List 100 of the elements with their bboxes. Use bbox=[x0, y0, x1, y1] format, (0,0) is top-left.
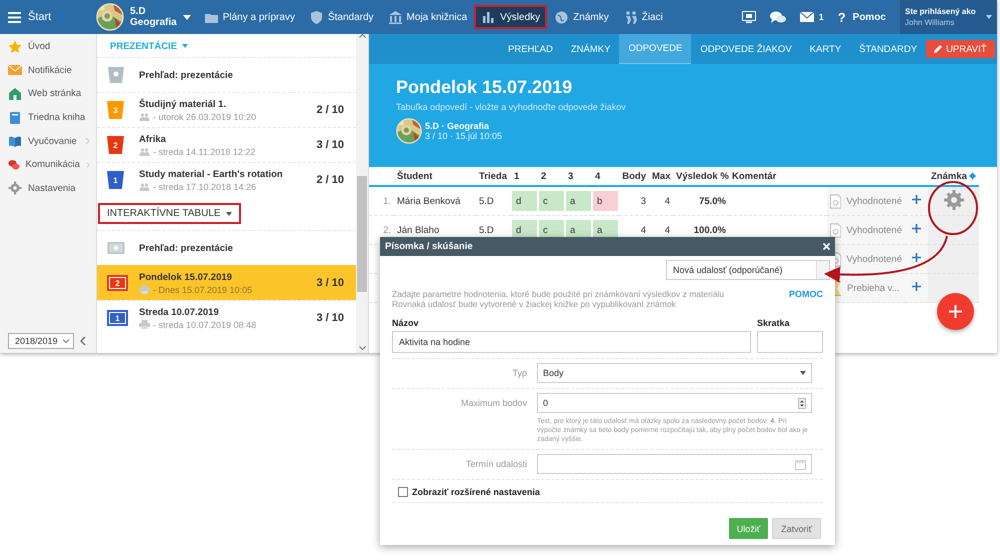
material-badge: 2 bbox=[107, 136, 124, 154]
type-select[interactable]: Body bbox=[537, 363, 812, 383]
material-badge: 2 bbox=[107, 275, 128, 291]
nav-item[interactable]: Plány a prípravy bbox=[196, 5, 302, 29]
nav-item[interactable]: Žiaci bbox=[616, 5, 670, 29]
close-button[interactable]: Zatvoriť bbox=[772, 518, 821, 539]
tab[interactable]: ODPOVEDE ŽIAKOV bbox=[691, 34, 801, 64]
sidebar-item[interactable]: Nastavenia bbox=[0, 176, 96, 200]
material-item[interactable]: 1 Streda 10.07.2019 - streda 10.07.2019 08:48 3 / 10 bbox=[97, 300, 356, 335]
field-label: Maximum bodov bbox=[460, 397, 527, 408]
tab[interactable]: ZNÁMKY bbox=[562, 34, 620, 64]
table-cell: 4 bbox=[649, 186, 673, 216]
column-header: 4 bbox=[592, 167, 619, 186]
material-title: Prehľad: prezentácie bbox=[139, 70, 234, 80]
material-item[interactable]: Prehľad: prezentácie bbox=[97, 57, 356, 92]
material-item[interactable]: 2 Pondelok 15.07.2019 - Dnes 15.07.2019 10:05 3 / 10 bbox=[97, 265, 356, 300]
name-field[interactable]: Aktivita na hodine bbox=[392, 331, 751, 353]
number-field[interactable]: 0 bbox=[537, 393, 812, 413]
spinner-icon[interactable] bbox=[798, 398, 806, 408]
shield-icon bbox=[308, 10, 324, 24]
library-icon bbox=[388, 10, 403, 24]
material-title: Študijný materiál 1. bbox=[139, 98, 228, 110]
column-header: 3 bbox=[565, 167, 592, 186]
house-icon bbox=[8, 86, 22, 101]
date-field[interactable] bbox=[537, 454, 812, 474]
scroll-down-icon bbox=[358, 346, 366, 350]
sidebar-item[interactable]: Notifikácie bbox=[0, 58, 96, 82]
sidebar-item[interactable]: Web stránka bbox=[0, 82, 96, 106]
help-icon: ? bbox=[838, 10, 846, 24]
close-icon[interactable] bbox=[823, 243, 830, 250]
table-cell: 5.D bbox=[476, 186, 511, 216]
plus-icon bbox=[949, 305, 962, 318]
nav-item[interactable]: Známky bbox=[547, 5, 616, 29]
sidebar-item[interactable]: Vyučovanie bbox=[0, 129, 96, 153]
overview-icon bbox=[107, 240, 125, 256]
caret-icon bbox=[182, 44, 188, 48]
material-item[interactable]: 3 Študijný materiál 1. - utorok 26.03.2019 10:20 2 / 10 bbox=[97, 92, 356, 127]
field-label: Typ bbox=[511, 367, 527, 378]
printer-icon bbox=[139, 320, 150, 329]
material-title: Streda 10.07.2019 bbox=[139, 306, 220, 318]
column-header: Trieda bbox=[476, 167, 511, 186]
scroll-thumb[interactable] bbox=[357, 176, 367, 292]
column-header: Výsledok % bbox=[673, 167, 729, 186]
tab[interactable]: PREHĽAD bbox=[499, 34, 562, 64]
caret-icon bbox=[986, 15, 992, 19]
plus-icon[interactable] bbox=[912, 195, 921, 204]
plus-icon[interactable] bbox=[912, 253, 921, 262]
screen-share-icon[interactable] bbox=[742, 11, 756, 23]
user-menu[interactable]: Ste prihlásený ako John Williams bbox=[900, 0, 997, 34]
section-header[interactable]: INTERAKTÍVNE TABULE bbox=[98, 203, 241, 224]
globe-icon bbox=[554, 10, 570, 24]
envelope-icon bbox=[800, 12, 814, 22]
answer-cell: c bbox=[539, 191, 564, 211]
material-date: - utorok 26.03.2019 10:20 bbox=[153, 112, 256, 122]
open-book-icon bbox=[8, 134, 22, 148]
bar-chart-icon bbox=[481, 10, 496, 24]
add-button[interactable] bbox=[937, 293, 974, 330]
sidebar-item[interactable]: Triedna kniha bbox=[0, 106, 96, 130]
table-cell: 3 bbox=[619, 186, 649, 216]
class-selector[interactable]: 5.D Geografia bbox=[88, 0, 197, 34]
column-header: 2 bbox=[538, 167, 565, 186]
collapse-icon[interactable] bbox=[80, 336, 86, 346]
nav-item[interactable]: Výsledky bbox=[474, 5, 548, 29]
menu-icon bbox=[8, 12, 21, 22]
annotation-circle bbox=[928, 181, 978, 235]
chevron-right-icon bbox=[86, 160, 90, 169]
sidebar-item[interactable]: Komunikácia bbox=[0, 152, 96, 177]
start-button[interactable]: Štart bbox=[0, 0, 88, 34]
nav-item[interactable]: Štandardy bbox=[302, 5, 381, 29]
plus-icon[interactable] bbox=[912, 224, 921, 233]
tab[interactable]: ŠTANDARDY bbox=[850, 34, 926, 64]
envelope-icon bbox=[8, 63, 22, 78]
scrollbar[interactable] bbox=[356, 34, 368, 353]
column-header: 1 bbox=[511, 167, 538, 186]
help-button[interactable]: ? Pomoc bbox=[838, 10, 886, 24]
column-header: Max bbox=[649, 167, 673, 186]
plus-icon[interactable] bbox=[912, 282, 921, 291]
chevron-right-icon bbox=[85, 137, 90, 146]
table-cell: 75.0% bbox=[673, 186, 729, 216]
status-label: Prebieha v... bbox=[847, 282, 900, 294]
material-item[interactable]: 2 Afrika - streda 14.11.2018 12:22 3 / 10 bbox=[97, 127, 356, 162]
chat-icon[interactable] bbox=[770, 10, 786, 24]
shortcut-field[interactable] bbox=[757, 331, 823, 353]
material-score: 2 / 10 bbox=[316, 174, 344, 186]
mail-button[interactable]: 1 bbox=[800, 12, 824, 22]
tab[interactable]: KARTY bbox=[800, 34, 850, 64]
year-select[interactable]: 2018/2019 bbox=[8, 333, 74, 349]
material-badge: 3 bbox=[107, 101, 124, 119]
nav-item[interactable]: Moja knižnica bbox=[380, 5, 474, 29]
material-date: - Dnes 15.07.2019 10:05 bbox=[153, 284, 252, 294]
material-title: Prehľad: prezentácie bbox=[139, 242, 234, 254]
checkbox[interactable] bbox=[398, 487, 408, 497]
column-header: Študent bbox=[394, 167, 476, 186]
sidebar-item[interactable]: Úvod bbox=[0, 35, 96, 59]
settings-icon[interactable] bbox=[968, 172, 976, 180]
edit-button[interactable]: UPRAVIŤ bbox=[926, 40, 995, 58]
caret-icon bbox=[800, 371, 806, 375]
status-label: Vyhodnotené bbox=[846, 196, 902, 206]
event-select[interactable]: Nová udalosť (odporúčané) bbox=[666, 260, 830, 280]
material-item[interactable]: 1 Study material - Earth's rotation - streda 17.10.2018 14:26 2 / 10 bbox=[97, 162, 356, 197]
